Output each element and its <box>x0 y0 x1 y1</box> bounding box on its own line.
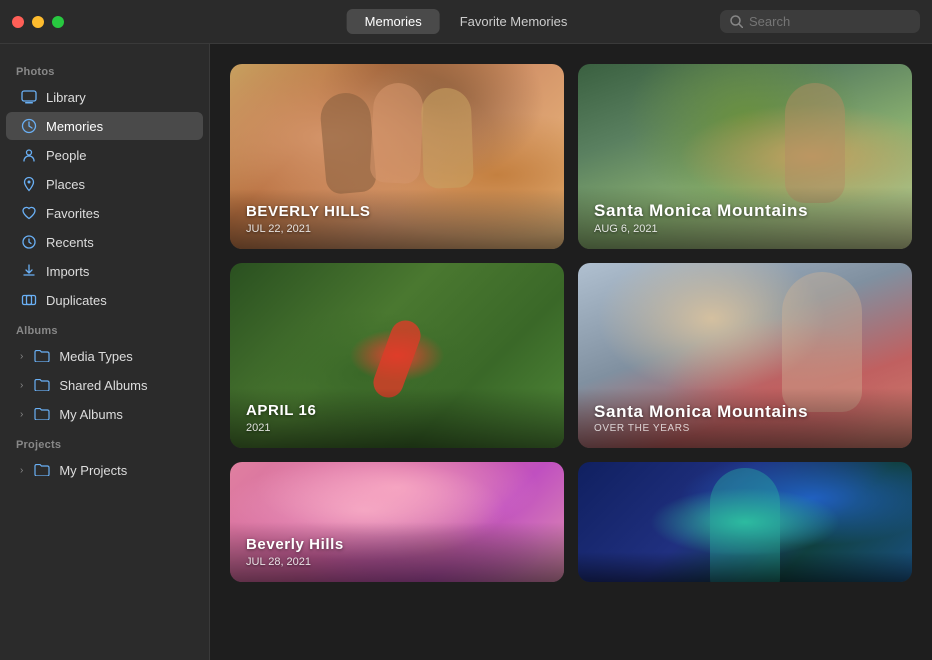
title-bar: Memories Favorite Memories <box>0 0 932 44</box>
tab-favorite-memories[interactable]: Favorite Memories <box>442 9 586 34</box>
memory-date-2: AUG 6, 2021 <box>594 223 896 235</box>
folder-icon-media <box>33 347 51 365</box>
chevron-right-icon-3: › <box>20 409 23 420</box>
sidebar-section-projects: Projects <box>0 429 209 455</box>
figure-1 <box>319 91 378 195</box>
card-overlay-4: Santa Monica Mountains OVER THE YEARS <box>578 388 912 448</box>
sidebar-label-my-albums: My Albums <box>59 407 123 422</box>
recents-icon <box>20 233 38 251</box>
sidebar-label-people: People <box>46 148 86 163</box>
memory-title-5: Beverly Hills <box>246 536 548 554</box>
figure-group-1 <box>230 64 564 203</box>
sidebar-label-imports: Imports <box>46 264 89 279</box>
person-silhouette-2 <box>785 83 845 203</box>
sidebar: Photos Library Memories <box>0 44 210 660</box>
duplicates-icon <box>20 291 38 309</box>
heart-icon <box>20 204 38 222</box>
card-overlay-3: APRIL 16 2021 <box>230 388 564 448</box>
traffic-lights <box>12 16 64 28</box>
figure-3 <box>420 88 473 190</box>
main-layout: Photos Library Memories <box>0 44 932 660</box>
maximize-button[interactable] <box>52 16 64 28</box>
sidebar-label-media-types: Media Types <box>59 349 132 364</box>
memories-icon <box>20 117 38 135</box>
people-icon <box>20 146 38 164</box>
minimize-button[interactable] <box>32 16 44 28</box>
card-overlay-6 <box>578 552 912 582</box>
sidebar-label-recents: Recents <box>46 235 94 250</box>
library-icon <box>20 88 38 106</box>
chevron-right-icon-2: › <box>20 380 23 391</box>
sidebar-item-duplicates[interactable]: Duplicates <box>6 286 203 314</box>
memory-title-1: BEVERLY HILLS <box>246 203 548 221</box>
sidebar-label-duplicates: Duplicates <box>46 293 107 308</box>
card-overlay-2: Santa Monica Mountains AUG 6, 2021 <box>578 187 912 249</box>
sidebar-item-imports[interactable]: Imports <box>6 257 203 285</box>
sidebar-label-shared-albums: Shared Albums <box>59 378 147 393</box>
sidebar-label-memories: Memories <box>46 119 103 134</box>
sidebar-item-my-albums[interactable]: › My Albums <box>6 400 203 428</box>
places-icon <box>20 175 38 193</box>
memory-card-santa-monica-1[interactable]: Santa Monica Mountains AUG 6, 2021 <box>578 64 912 249</box>
memories-grid: BEVERLY HILLS JUL 22, 2021 Santa Monica … <box>230 64 912 582</box>
sidebar-item-favorites[interactable]: Favorites <box>6 199 203 227</box>
sidebar-item-places[interactable]: Places <box>6 170 203 198</box>
close-button[interactable] <box>12 16 24 28</box>
tab-bar: Memories Favorite Memories <box>347 9 586 34</box>
memory-date-5: JUL 28, 2021 <box>246 556 548 568</box>
sidebar-label-places: Places <box>46 177 85 192</box>
folder-icon-projects <box>33 461 51 479</box>
memory-date-1: JUL 22, 2021 <box>246 223 548 235</box>
tab-memories[interactable]: Memories <box>347 9 440 34</box>
memory-title-3: APRIL 16 <box>246 402 548 420</box>
chevron-right-icon-4: › <box>20 465 23 476</box>
imports-icon <box>20 262 38 280</box>
sidebar-item-people[interactable]: People <box>6 141 203 169</box>
sidebar-item-memories[interactable]: Memories <box>6 112 203 140</box>
memories-content: BEVERLY HILLS JUL 22, 2021 Santa Monica … <box>210 44 932 660</box>
memory-card-blue-portrait[interactable] <box>578 462 912 582</box>
memory-card-santa-monica-2[interactable]: Santa Monica Mountains OVER THE YEARS <box>578 263 912 448</box>
memory-card-beverly-hills-1[interactable]: BEVERLY HILLS JUL 22, 2021 <box>230 64 564 249</box>
search-input[interactable] <box>749 14 910 29</box>
sidebar-item-my-projects[interactable]: › My Projects <box>6 456 203 484</box>
folder-icon-albums <box>33 405 51 423</box>
sidebar-section-photos: Photos <box>0 56 209 82</box>
memory-card-beverly-hills-2[interactable]: Beverly Hills JUL 28, 2021 <box>230 462 564 582</box>
memory-title-4: Santa Monica Mountains <box>594 402 896 422</box>
memory-date-3: 2021 <box>246 422 548 434</box>
sidebar-item-shared-albums[interactable]: › Shared Albums <box>6 371 203 399</box>
folder-icon-shared <box>33 376 51 394</box>
sidebar-item-media-types[interactable]: › Media Types <box>6 342 203 370</box>
sidebar-label-favorites: Favorites <box>46 206 99 221</box>
card-overlay-1: BEVERLY HILLS JUL 22, 2021 <box>230 189 564 249</box>
sidebar-item-library[interactable]: Library <box>6 83 203 111</box>
sidebar-label-my-projects: My Projects <box>59 463 127 478</box>
figure-2 <box>369 82 424 184</box>
search-bar[interactable] <box>720 10 920 33</box>
sidebar-item-recents[interactable]: Recents <box>6 228 203 256</box>
memory-subtitle-4: OVER THE YEARS <box>594 423 896 434</box>
search-icon <box>730 15 743 28</box>
sidebar-label-library: Library <box>46 90 86 105</box>
memory-title-2: Santa Monica Mountains <box>594 201 896 221</box>
memory-card-april16[interactable]: APRIL 16 2021 <box>230 263 564 448</box>
chevron-right-icon: › <box>20 351 23 362</box>
sidebar-section-albums: Albums <box>0 315 209 341</box>
card-overlay-5: Beverly Hills JUL 28, 2021 <box>230 522 564 582</box>
